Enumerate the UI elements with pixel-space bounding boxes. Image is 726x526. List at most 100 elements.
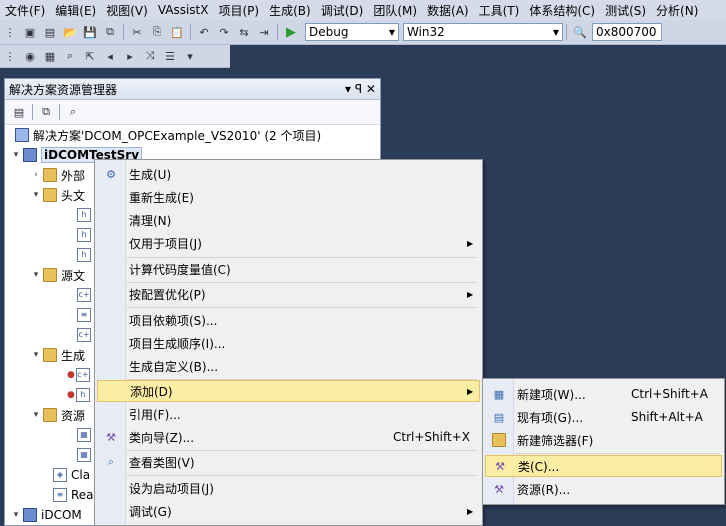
tree-item-external[interactable]: › 外部	[29, 165, 85, 185]
panel-toolbar: ▤ ⧉ ⌕	[5, 100, 380, 125]
menu-vassistx[interactable]: VAssistX	[153, 3, 214, 17]
menu-analyze[interactable]: 分析(N)	[651, 2, 703, 19]
menu-test[interactable]: 测试(S)	[600, 2, 651, 19]
menu-item-label: 设为启动项目(J)	[129, 481, 214, 496]
menu-item-debug[interactable]: 调试(G) ▶	[97, 500, 480, 522]
menu-item-add[interactable]: 添加(D) ▶	[97, 380, 480, 402]
menu-item-code-metrics[interactable]: 计算代码度量值(C)	[97, 258, 480, 280]
show-all-files-icon[interactable]: ⧉	[38, 104, 54, 120]
new-project-icon[interactable]: ▣	[22, 24, 38, 40]
menu-item-build[interactable]: ⚙ 生成(U)	[97, 163, 480, 185]
menu-item-new-item[interactable]: ▦ 新建项(W)... Ctrl+Shift+A	[485, 383, 722, 405]
tree-file[interactable]: ● c+	[67, 365, 94, 385]
navigate-icon[interactable]: ⇆	[236, 24, 252, 40]
forward-icon[interactable]: ▸	[122, 48, 138, 64]
paste-icon[interactable]: 📋	[169, 24, 185, 40]
menu-item-build-customizations[interactable]: 生成自定义(B)...	[97, 355, 480, 377]
menu-item-rebuild[interactable]: 重新生成(E)	[97, 186, 480, 208]
tree-file[interactable]: h	[77, 225, 95, 245]
save-all-icon[interactable]: ⧉	[102, 24, 118, 40]
menu-data[interactable]: 数据(A)	[422, 2, 474, 19]
submenu-arrow-icon: ▶	[467, 238, 474, 248]
panel-controls[interactable]: ▾ ꟼ ✕	[345, 82, 376, 96]
solution-config-select[interactable]: Debug ▼	[305, 23, 399, 41]
redo-icon[interactable]: ↷	[216, 24, 232, 40]
tree-item-classdiagram[interactable]: ◈ Cla	[53, 465, 90, 485]
tree-project-2[interactable]: ▾ iDCOM	[9, 505, 82, 525]
tree-item-sources[interactable]: ▾ 源文	[29, 265, 85, 285]
menu-item-existing-item[interactable]: ▤ 现有项(G)... Shift+Alt+A	[485, 406, 722, 428]
save-icon[interactable]: 💾	[82, 24, 98, 40]
open-icon[interactable]: 📂	[62, 24, 78, 40]
solution-config-value: Debug	[309, 25, 349, 39]
menu-tools[interactable]: 工具(T)	[474, 2, 525, 19]
menu-item-label: 生成自定义(B)...	[129, 359, 219, 374]
goto-icon[interactable]: ⇱	[82, 48, 98, 64]
expand-icon[interactable]: ▾	[9, 510, 23, 520]
resource-file-icon: ▦	[77, 428, 91, 442]
menu-item-build-order[interactable]: 项目生成顺序(I)...	[97, 332, 480, 354]
expand-icon[interactable]: ›	[29, 170, 43, 180]
refactor-icon[interactable]: ⤨	[142, 48, 158, 64]
tree-item-headers[interactable]: ▾ 头文	[29, 185, 85, 205]
menu-project[interactable]: 项目(P)	[213, 2, 264, 19]
find-combo[interactable]: 0x800700	[592, 23, 662, 41]
platform-select[interactable]: Win32 ▼	[403, 23, 563, 41]
menu-build[interactable]: 生成(B)	[264, 2, 316, 19]
tree-item-resources[interactable]: ▾ 资源	[29, 405, 85, 425]
tree-file[interactable]: ● h	[67, 385, 94, 405]
menu-item-pgo[interactable]: 按配置优化(P) ▶	[97, 283, 480, 305]
tree-file[interactable]: ▦	[77, 425, 95, 445]
properties-icon[interactable]: ▤	[11, 104, 27, 120]
expand-icon[interactable]: ▾	[29, 350, 43, 360]
class-diagram-icon: ◈	[53, 468, 67, 482]
tree-item-readme[interactable]: ≡ Rea	[53, 485, 94, 505]
menu-view[interactable]: 视图(V)	[101, 2, 153, 19]
menu-item-resource[interactable]: ⚒ 资源(R)...	[485, 478, 722, 500]
menu-item-class-wizard[interactable]: ⚒ 类向导(Z)... Ctrl+Shift+X	[97, 426, 480, 448]
tree-item-generated[interactable]: ▾ 生成	[29, 345, 85, 365]
find-symbol-icon[interactable]: ⌕	[62, 48, 78, 64]
tree-file[interactable]: ▦	[77, 445, 95, 465]
undo-icon[interactable]: ↶	[196, 24, 212, 40]
tree-file[interactable]: c+	[77, 325, 95, 345]
tree-file[interactable]: h	[77, 245, 95, 265]
list-methods-icon[interactable]: ☰	[162, 48, 178, 64]
menu-team[interactable]: 团队(M)	[368, 2, 422, 19]
expand-icon[interactable]: ▾	[29, 270, 43, 280]
expand-icon[interactable]: ▾	[9, 150, 23, 160]
toolbar-options-icon[interactable]: ▾	[182, 48, 198, 64]
panel-title: 解决方案资源管理器	[9, 82, 118, 97]
tree-solution[interactable]: 解决方案'DCOM_OPCExample_VS2010' (2 个项目)	[15, 125, 321, 145]
menu-item-project-only[interactable]: 仅用于项目(J) ▶	[97, 232, 480, 254]
expand-icon[interactable]: ▾	[29, 190, 43, 200]
menu-item-new-filter[interactable]: 新建筛选器(F)	[485, 429, 722, 451]
tree-file[interactable]: h	[77, 205, 95, 225]
start-debug-icon[interactable]: ▶	[283, 24, 299, 40]
nav-forward-icon[interactable]: ⇥	[256, 24, 272, 40]
tree-file[interactable]: c+	[77, 285, 95, 305]
text-file-icon: ≡	[53, 488, 67, 502]
vassist-icon[interactable]: ◉	[22, 48, 38, 64]
copy-icon[interactable]: ⎘	[149, 24, 165, 40]
menu-item-clean[interactable]: 清理(N)	[97, 209, 480, 231]
add-item-icon[interactable]: ▤	[42, 24, 58, 40]
menu-item-view-class-diagram[interactable]: ⌕ 查看类图(V)	[97, 451, 480, 473]
back-icon[interactable]: ◂	[102, 48, 118, 64]
tree-file[interactable]: ≡	[77, 305, 95, 325]
menu-item-dependencies[interactable]: 项目依赖项(S)...	[97, 309, 480, 331]
expand-icon[interactable]: ▾	[29, 410, 43, 420]
menu-edit[interactable]: 编辑(E)	[50, 2, 101, 19]
menu-file[interactable]: 文件(F)	[0, 2, 50, 19]
menu-debug[interactable]: 调试(D)	[316, 2, 369, 19]
menu-architecture[interactable]: 体系结构(C)	[524, 2, 600, 19]
find-in-files-icon[interactable]: 🔍	[572, 24, 588, 40]
cut-icon[interactable]: ✂	[129, 24, 145, 40]
menu-item-class[interactable]: ⚒ 类(C)...	[485, 455, 722, 477]
menu-item-set-startup[interactable]: 设为启动项目(J)	[97, 477, 480, 499]
tree-item-label: 生成	[61, 348, 86, 363]
class-view-icon[interactable]: ⌕	[65, 104, 81, 120]
open-file-icon[interactable]: ▦	[42, 48, 58, 64]
secondary-toolbar: ⋮ ◉ ▦ ⌕ ⇱ ◂ ▸ ⤨ ☰ ▾	[0, 45, 230, 68]
menu-item-references[interactable]: 引用(F)...	[97, 403, 480, 425]
